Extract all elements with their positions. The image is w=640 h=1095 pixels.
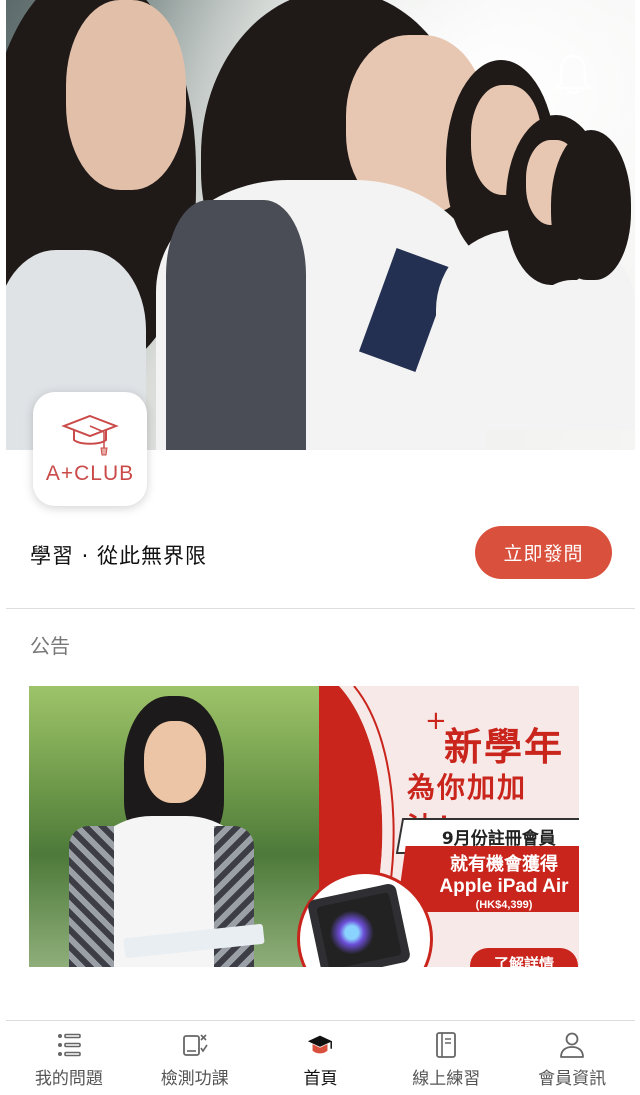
banner-student — [69, 826, 114, 967]
banner-headline: 新學年 — [444, 724, 565, 769]
notebook-icon — [436, 1032, 457, 1058]
ask-now-button[interactable]: 立即發問 — [475, 526, 612, 579]
banner-box-text: 9月份註冊會員 — [441, 828, 556, 849]
slogan-text: 學習 · 從此無界限 — [30, 544, 208, 568]
tab-online-practice[interactable]: 線上練習 — [383, 1021, 509, 1095]
student-figure — [166, 200, 306, 450]
tab-label: 首頁 — [303, 1069, 338, 1089]
list-icon — [57, 1033, 81, 1057]
announcement-banner[interactable]: + 新學年 為你加加油！ 9月份註冊會員 就有機會獲得 Apple iPad A… — [29, 686, 579, 967]
tab-my-questions[interactable]: 我的問題 — [6, 1021, 132, 1095]
student-figure — [526, 280, 635, 420]
home-cap-icon — [308, 1035, 333, 1054]
learn-more-button[interactable]: 了解詳情 — [470, 948, 578, 967]
tab-label: 檢測功課 — [160, 1069, 229, 1089]
user-icon — [560, 1032, 584, 1058]
student-figure — [66, 0, 186, 190]
bottom-tab-bar: 我的問題 檢測功課 首頁 線上練習 會員資訊 — [6, 1020, 635, 1095]
app-logo: A+CLUB — [33, 392, 147, 506]
tab-member-info[interactable]: 會員資訊 — [509, 1021, 635, 1095]
banner-offer: 就有機會獲得 Apple iPad Air (HK$4,399) — [409, 850, 579, 911]
tab-label: 我的問題 — [34, 1069, 103, 1089]
tab-check-homework[interactable]: 檢測功課 — [132, 1021, 258, 1095]
logo-text: A+CLUB — [45, 462, 135, 485]
tab-home[interactable]: 首頁 — [258, 1021, 384, 1095]
notification-bell-button[interactable] — [553, 52, 593, 96]
offer-price: (HK$4,399) — [475, 899, 533, 911]
tab-label: 線上練習 — [412, 1069, 481, 1089]
banner-student — [144, 721, 206, 803]
announcement-heading: 公告 — [30, 634, 70, 658]
tab-label: 會員資訊 — [538, 1069, 607, 1089]
bell-icon — [554, 53, 592, 95]
offer-line2: Apple iPad Air — [439, 876, 569, 897]
student-figure — [551, 130, 631, 280]
hero-image — [6, 0, 635, 450]
offer-line1: 就有機會獲得 — [450, 854, 558, 874]
homework-check-icon — [182, 1034, 208, 1056]
section-divider — [6, 608, 635, 609]
graduation-cap-icon — [61, 414, 119, 456]
